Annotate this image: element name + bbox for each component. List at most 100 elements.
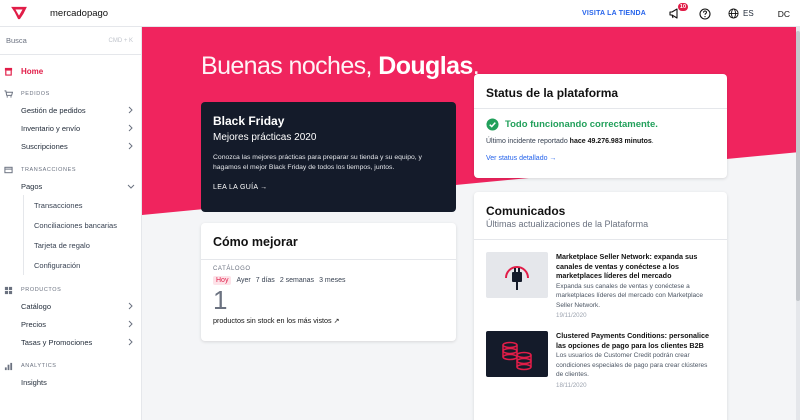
tab-3-meses[interactable]: 3 meses bbox=[319, 277, 345, 284]
account-name: mercadopago bbox=[50, 7, 109, 19]
search-shortcut-hint: CMD + K bbox=[108, 37, 133, 44]
sidebar-subitem-transacciones[interactable]: Transacciones bbox=[0, 195, 141, 215]
transactions-icon bbox=[4, 166, 13, 174]
sidebar-item-label: Inventario y envío bbox=[21, 123, 81, 133]
category-label: CATÁLOGO bbox=[213, 266, 251, 272]
section-label: ANALYTICS bbox=[21, 363, 57, 369]
section-label: PRODUCTOS bbox=[21, 287, 62, 293]
status-detail-link[interactable]: Ver status detallado → bbox=[486, 155, 715, 162]
status-ok-row: Todo funcionando correctamente. bbox=[486, 118, 715, 131]
sidebar-item-label: Precios bbox=[21, 319, 47, 329]
comunicados-card: Comunicados Últimas actualizaciones de l… bbox=[474, 192, 727, 420]
scrollbar-thumb[interactable] bbox=[796, 31, 800, 301]
read-guide-link[interactable]: LEA LA GUÍA → bbox=[213, 184, 444, 191]
help-button[interactable] bbox=[698, 7, 712, 21]
chevron-right-icon bbox=[128, 302, 133, 310]
news-date: 19/11/2020 bbox=[556, 312, 587, 319]
sidebar-item-label: Gestión de pedidos bbox=[21, 105, 86, 115]
card-subtitle: Mejores prácticas 2020 bbox=[213, 132, 317, 143]
language-selector[interactable]: ES bbox=[728, 8, 754, 19]
tab-ayer[interactable]: Ayer bbox=[236, 277, 250, 284]
news-body: Los usuarios de Customer Credit podrán c… bbox=[556, 352, 708, 378]
status-ok-text: Todo funcionando correctamente. bbox=[505, 119, 658, 130]
top-bar: mercadopago VISITA LA TIENDA 10 ES DC bbox=[0, 0, 800, 27]
chevron-right-icon bbox=[128, 320, 133, 328]
sidebar-item-label: Catálogo bbox=[21, 301, 52, 311]
visit-store-link[interactable]: VISITA LA TIENDA bbox=[582, 10, 646, 17]
card-title: Comunicados bbox=[486, 204, 566, 218]
news-text: Clustered Payments Conditions: personali… bbox=[556, 331, 715, 389]
sidebar-item-precios[interactable]: Precios bbox=[0, 315, 141, 333]
search-bar[interactable]: Busca CMD + K bbox=[0, 27, 141, 55]
section-analytics: ANALYTICS bbox=[0, 359, 141, 373]
notification-count-badge: 10 bbox=[677, 2, 689, 11]
pagos-submenu: Transacciones Conciliaciones bancarias T… bbox=[0, 195, 141, 275]
sidebar-item-label: Pagos bbox=[21, 181, 43, 191]
news-item[interactable]: Marketplace Seller Network: expanda sus … bbox=[486, 252, 715, 319]
sidebar-item-label: Suscripciones bbox=[21, 141, 68, 151]
section-label: PEDIDOS bbox=[21, 91, 50, 97]
sidebar-item-label: Tasas y Promociones bbox=[21, 337, 93, 347]
news-date: 18/11/2020 bbox=[556, 381, 587, 389]
divider bbox=[474, 108, 727, 109]
plug-icon bbox=[486, 252, 548, 298]
news-item[interactable]: Clustered Payments Conditions: personali… bbox=[486, 331, 715, 389]
cart-icon bbox=[4, 90, 13, 98]
chevron-right-icon bbox=[128, 124, 133, 132]
sidebar-item-gestion-pedidos[interactable]: Gestión de pedidos bbox=[0, 101, 141, 119]
section-transacciones: TRANSACCIONES bbox=[0, 163, 141, 177]
black-friday-card: Black Friday Mejores prácticas 2020 Cono… bbox=[201, 102, 456, 212]
card-subtitle: Últimas actualizaciones de la Plataforma bbox=[486, 219, 649, 229]
help-circle-icon bbox=[699, 7, 711, 20]
sidebar-item-home[interactable]: Home bbox=[0, 63, 141, 79]
language-code: ES bbox=[743, 9, 754, 18]
como-mejorar-card: Cómo mejorar CATÁLOGO Hoy Ayer 7 días 2 … bbox=[201, 223, 456, 341]
search-input[interactable]: Busca bbox=[6, 36, 27, 45]
chevron-right-icon bbox=[128, 338, 133, 346]
analytics-icon bbox=[4, 362, 13, 370]
sidebar-item-inventario[interactable]: Inventario y envío bbox=[0, 119, 141, 137]
sidebar-item-insights[interactable]: Insights bbox=[0, 373, 141, 391]
notifications-button[interactable]: 10 bbox=[668, 2, 689, 21]
chevron-down-icon bbox=[127, 184, 135, 189]
metric-value: 1 bbox=[213, 285, 228, 315]
card-description: Conozca las mejores prácticas para prepa… bbox=[213, 154, 422, 171]
store-icon bbox=[4, 67, 13, 76]
sidebar-item-catalogo[interactable]: Catálogo bbox=[0, 297, 141, 315]
check-circle-icon bbox=[486, 118, 499, 131]
globe-icon bbox=[728, 8, 739, 19]
main-content: Buenas noches, Douglas. Black Friday Mej… bbox=[142, 27, 800, 420]
sidebar-item-label: Home bbox=[21, 66, 44, 76]
tab-2-semanas[interactable]: 2 semanas bbox=[280, 277, 314, 284]
metric-description-link[interactable]: productos sin stock en los más vistos ↗ bbox=[213, 316, 444, 325]
section-pedidos: PEDIDOS bbox=[0, 87, 141, 101]
sidebar-subitem-configuracion[interactable]: Configuración bbox=[0, 255, 141, 275]
period-tabs: Hoy Ayer 7 días 2 semanas 3 meses bbox=[213, 276, 444, 285]
vtex-logo-icon[interactable] bbox=[10, 6, 28, 20]
news-body: Expanda sus canales de ventas y conéctes… bbox=[556, 282, 704, 309]
last-incident-text: Último incidente reportado hace 49.276.9… bbox=[486, 138, 654, 145]
news-text: Marketplace Seller Network: expanda sus … bbox=[556, 252, 715, 319]
sidebar: Busca CMD + K Home PEDIDOS Gestión de pe… bbox=[0, 27, 142, 420]
tab-hoy[interactable]: Hoy bbox=[213, 276, 232, 285]
divider bbox=[201, 259, 456, 260]
sidebar-item-tasas[interactable]: Tasas y Promociones bbox=[0, 333, 141, 351]
card-title: Black Friday bbox=[213, 114, 285, 128]
news-title[interactable]: Clustered Payments Conditions: personali… bbox=[556, 331, 715, 350]
card-title: Status de la plataforma bbox=[486, 86, 619, 100]
user-avatar[interactable]: DC bbox=[778, 9, 790, 19]
news-title[interactable]: Marketplace Seller Network: expanda sus … bbox=[556, 252, 715, 281]
section-productos: PRODUCTOS bbox=[0, 283, 141, 297]
sidebar-subitem-conciliaciones[interactable]: Conciliaciones bancarias bbox=[0, 215, 141, 235]
sidebar-item-suscripciones[interactable]: Suscripciones bbox=[0, 137, 141, 155]
box-icon bbox=[4, 286, 13, 294]
chevron-right-icon bbox=[128, 142, 133, 150]
main-scrollbar[interactable] bbox=[796, 27, 800, 420]
platform-status-card: Status de la plataforma Todo funcionando… bbox=[474, 74, 727, 178]
card-title: Cómo mejorar bbox=[213, 235, 298, 249]
tab-7-dias[interactable]: 7 días bbox=[256, 277, 275, 284]
sidebar-item-label: Insights bbox=[21, 377, 47, 387]
sidebar-subitem-tarjeta-regalo[interactable]: Tarjeta de regalo bbox=[0, 235, 141, 255]
divider bbox=[474, 239, 727, 240]
sidebar-item-pagos[interactable]: Pagos bbox=[0, 177, 141, 195]
